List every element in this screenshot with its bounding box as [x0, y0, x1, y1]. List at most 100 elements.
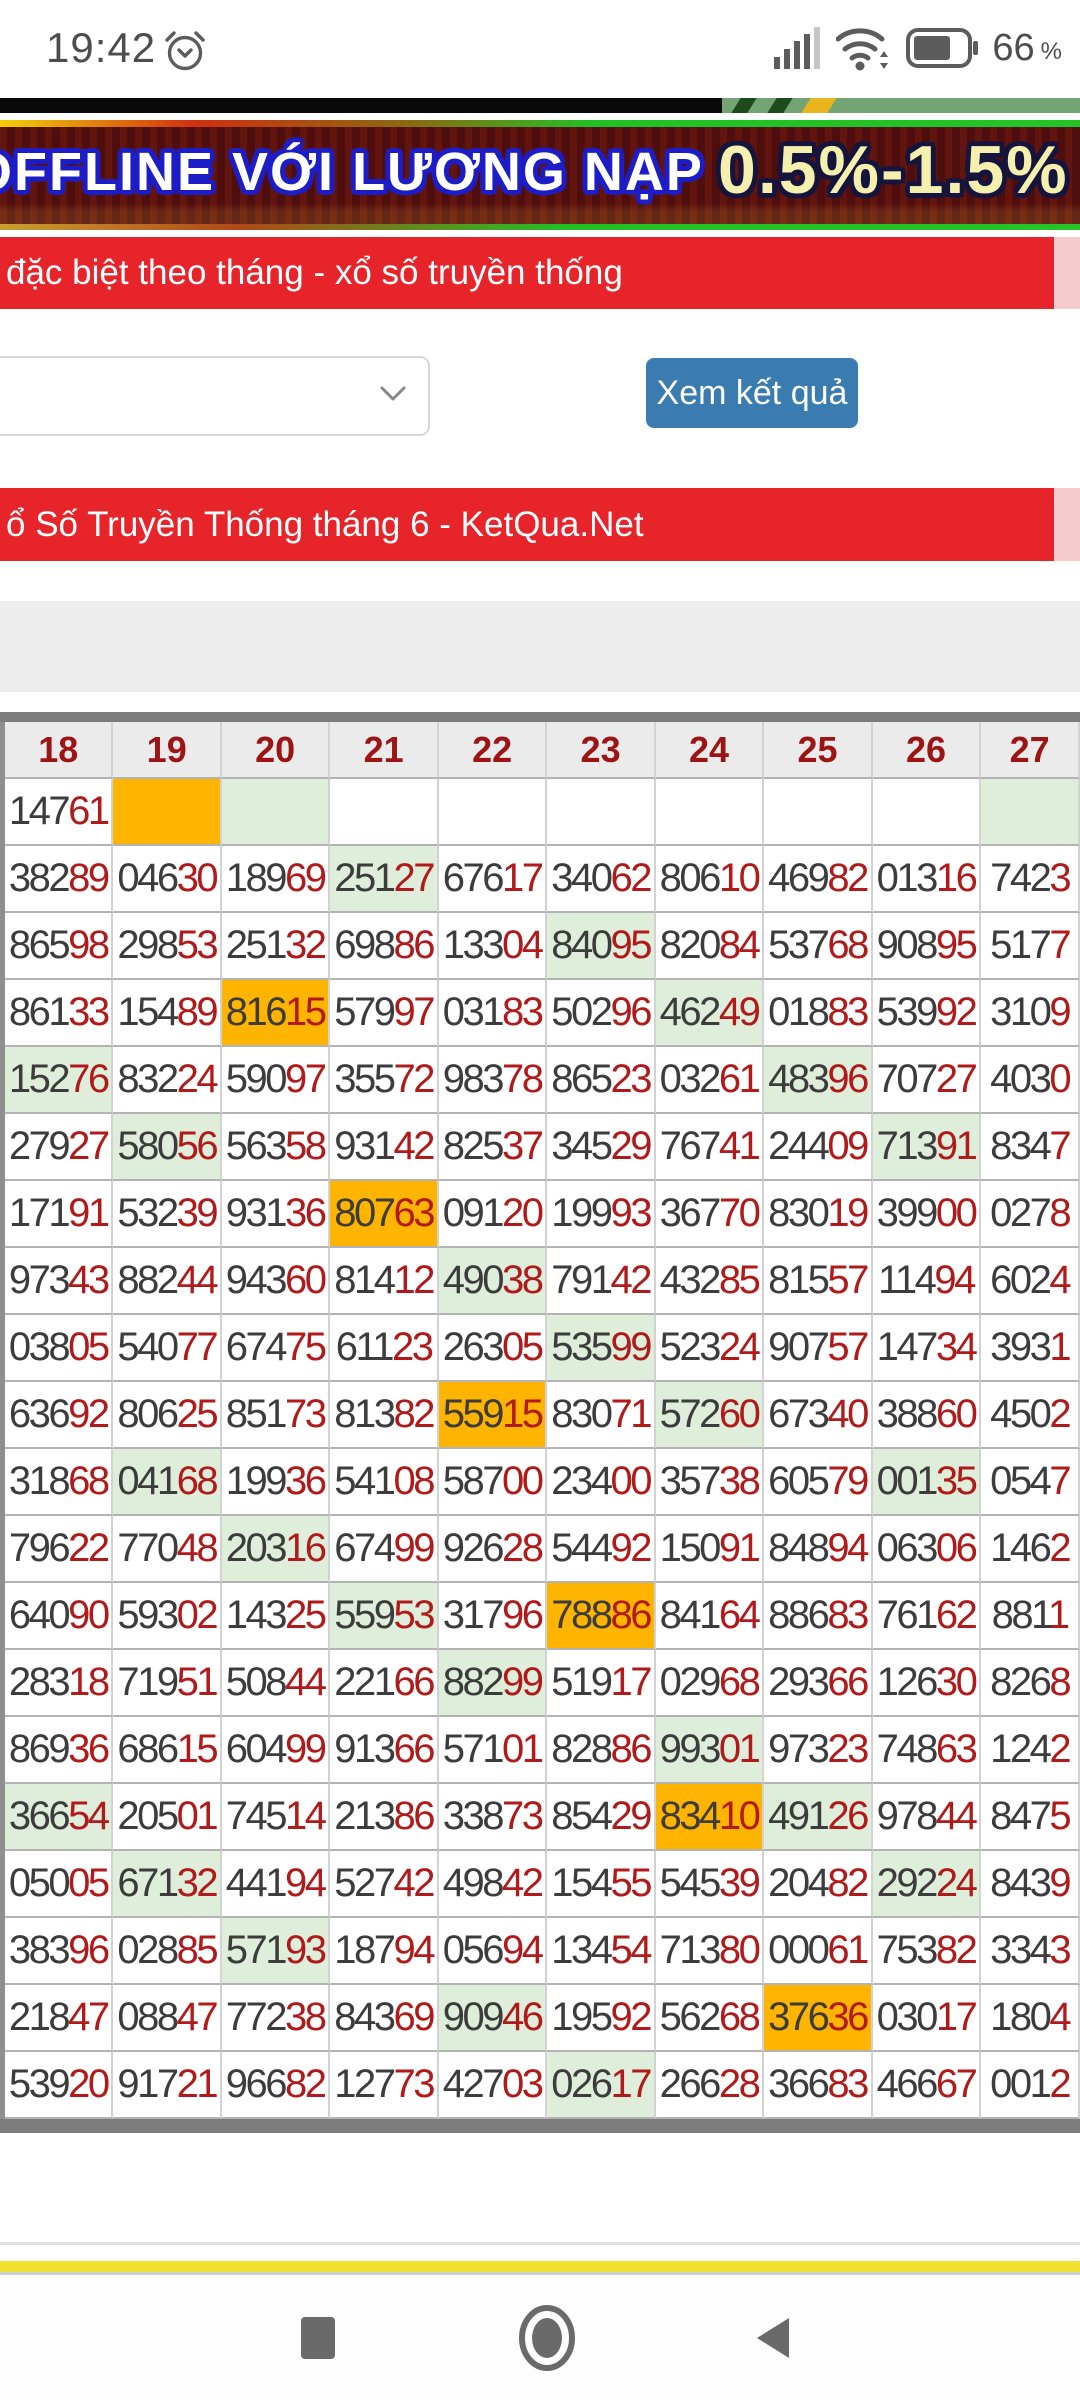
result-cell: 64090 — [5, 1583, 113, 1650]
result-cell: 31796 — [439, 1583, 547, 1650]
results-table-wrap[interactable]: 1819202122232425262714761382890463018969… — [0, 712, 1080, 2133]
result-cell: 58056 — [113, 1114, 221, 1181]
result-cell: 70727 — [873, 1047, 981, 1114]
result-cell: 19993 — [547, 1181, 655, 1248]
recents-button[interactable] — [258, 2275, 378, 2400]
column-header: 18 — [5, 722, 113, 779]
result-cell: 44194 — [222, 1851, 330, 1918]
result-cell: 46249 — [656, 980, 764, 1047]
result-cell: 86936 — [5, 1717, 113, 1784]
result-cell: 05005 — [5, 1851, 113, 1918]
result-cell: 88683 — [764, 1583, 872, 1650]
results-table: 1819202122232425262714761382890463018969… — [5, 722, 1080, 2119]
result-cell: 0547 — [981, 1449, 1080, 1516]
result-cell: 36770 — [656, 1181, 764, 1248]
yellow-divider — [0, 2261, 1080, 2272]
view-results-button[interactable]: Xem kết quả — [646, 358, 858, 428]
result-cell: 21386 — [330, 1784, 438, 1851]
result-cell: 4502 — [981, 1382, 1080, 1449]
month-select[interactable] — [0, 356, 430, 436]
result-cell: 6024 — [981, 1248, 1080, 1315]
result-cell: 0012 — [981, 2052, 1080, 2119]
result-cell: 46982 — [764, 846, 872, 913]
clock-time: 19:42 — [46, 24, 156, 72]
result-cell: 53599 — [547, 1315, 655, 1382]
result-cell: 54108 — [330, 1449, 438, 1516]
result-cell: 56358 — [222, 1114, 330, 1181]
result-cell: 93142 — [330, 1114, 438, 1181]
section-header-top-text: đặc biệt theo tháng - xổ số truyền thống — [6, 253, 623, 293]
result-cell: 92628 — [439, 1516, 547, 1583]
result-cell: 74863 — [873, 1717, 981, 1784]
result-cell: 26305 — [439, 1315, 547, 1382]
result-cell: 57193 — [222, 1918, 330, 1985]
result-cell: 80625 — [113, 1382, 221, 1449]
result-cell: 03805 — [5, 1315, 113, 1382]
result-cell: 31868 — [5, 1449, 113, 1516]
result-cell: 93136 — [222, 1181, 330, 1248]
result-cell: 67340 — [764, 1382, 872, 1449]
back-button[interactable] — [713, 2275, 833, 2400]
section-header-top: đặc biệt theo tháng - xổ số truyền thống — [0, 237, 1080, 309]
table-row: 14761 — [5, 779, 1080, 846]
top-ad-strip — [0, 98, 1080, 113]
result-cell: 8268 — [981, 1650, 1080, 1717]
result-cell: 12630 — [873, 1650, 981, 1717]
result-cell: 94360 — [222, 1248, 330, 1315]
result-cell: 01883 — [764, 980, 872, 1047]
result-cell: 19592 — [547, 1985, 655, 2052]
result-cell: 77048 — [113, 1516, 221, 1583]
result-cell: 24409 — [764, 1114, 872, 1181]
table-top-border — [0, 712, 1080, 722]
ad-banner[interactable]: OFFLINE VỚI LƯƠNG NẠP 0.5%-1.5% — [0, 127, 1080, 224]
result-cell: 57101 — [439, 1717, 547, 1784]
table-row: 6369280625851738138255915830715726067340… — [5, 1382, 1080, 1449]
result-cell: 36683 — [764, 2052, 872, 2119]
column-header: 27 — [981, 722, 1080, 779]
result-cell: 81382 — [330, 1382, 438, 1449]
result-cell: 78886 — [547, 1583, 655, 1650]
result-cell: 3931 — [981, 1315, 1080, 1382]
table-row: 3665420501745142138633873854298341049126… — [5, 1784, 1080, 1851]
recents-square-icon — [300, 2316, 336, 2360]
result-cell: 21847 — [5, 1985, 113, 2052]
result-cell: 38396 — [5, 1918, 113, 1985]
column-header: 26 — [873, 722, 981, 779]
result-cell: 79622 — [5, 1516, 113, 1583]
result-cell: 74514 — [222, 1784, 330, 1851]
result-cell — [113, 779, 221, 846]
result-cell: 86598 — [5, 913, 113, 980]
table-row: 3186804168199365410858700234003573860579… — [5, 1449, 1080, 1516]
result-cell: 54492 — [547, 1516, 655, 1583]
table-bottom-border — [0, 2119, 1080, 2133]
result-cell: 76162 — [873, 1583, 981, 1650]
home-button[interactable] — [487, 2275, 607, 2400]
column-header: 24 — [656, 722, 764, 779]
column-header: 22 — [439, 722, 547, 779]
bar-edge — [1054, 488, 1080, 561]
result-cell: 02885 — [113, 1918, 221, 1985]
result-cell: 49842 — [439, 1851, 547, 1918]
bar-edge — [1054, 237, 1080, 309]
result-cell: 8811 — [981, 1583, 1080, 1650]
result-cell — [222, 779, 330, 846]
status-bar: 19:42 — [0, 0, 1080, 98]
result-cell: 13304 — [439, 913, 547, 980]
result-cell: 49126 — [764, 1784, 872, 1851]
column-header: 21 — [330, 722, 438, 779]
result-cell: 00061 — [764, 1918, 872, 1985]
result-cell: 15489 — [113, 980, 221, 1047]
result-cell: 1242 — [981, 1717, 1080, 1784]
result-cell: 15276 — [5, 1047, 113, 1114]
result-cell: 20501 — [113, 1784, 221, 1851]
result-cell: 88299 — [439, 1650, 547, 1717]
result-cell: 56268 — [656, 1985, 764, 2052]
result-cell: 25132 — [222, 913, 330, 980]
result-cell: 28318 — [5, 1650, 113, 1717]
result-cell: 84164 — [656, 1583, 764, 1650]
result-cell: 55915 — [439, 1382, 547, 1449]
phone-screen: 19:42 — [0, 0, 1080, 2400]
result-cell: 83410 — [656, 1784, 764, 1851]
result-cell: 67132 — [113, 1851, 221, 1918]
result-cell: 34529 — [547, 1114, 655, 1181]
